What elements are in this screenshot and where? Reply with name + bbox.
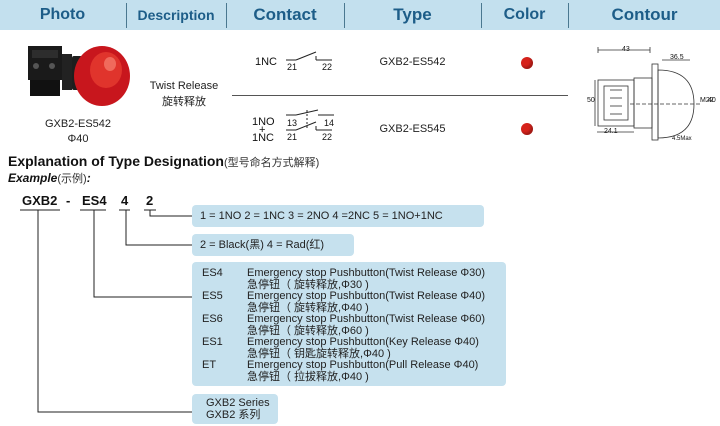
color-code-box: 2 = Black(黑) 4 = Rad(红) bbox=[192, 234, 354, 256]
contact-code-box: 1 = 1NO 2 = 1NC 3 = 2NO 4 =2NC 5 = 1NO+1… bbox=[192, 205, 484, 227]
function-option-code: ET bbox=[202, 359, 217, 371]
dim-36-5: 36.5 bbox=[670, 54, 684, 61]
function-option-code: ES6 bbox=[202, 313, 223, 325]
leader-lines bbox=[37, 210, 192, 413]
terminal-14: 14 bbox=[324, 118, 335, 128]
function-option-code: ES1 bbox=[202, 336, 223, 348]
terminal-22: 22 bbox=[322, 62, 333, 72]
photo-caption-model: GXB2-ES542 bbox=[44, 118, 112, 130]
table-header: Photo Description Contact Type Color Con… bbox=[0, 0, 720, 30]
row-divider bbox=[232, 95, 568, 96]
header-color: Color bbox=[503, 6, 546, 23]
color-red-swatch bbox=[521, 57, 533, 69]
function-code-box: ES4 Emergency stop Pushbutton(Twist Rele… bbox=[192, 262, 506, 386]
designation-function: ES4 bbox=[82, 193, 107, 208]
contour-drawing bbox=[594, 47, 700, 141]
dim-max: 4.5Max bbox=[672, 136, 692, 142]
header-contour: Contour bbox=[611, 5, 678, 24]
function-option-cn: 急停钮（ 拉拔释放,Φ40 ) bbox=[247, 371, 369, 383]
function-option-en: Emergency stop Pushbutton(Key Release Φ4… bbox=[247, 336, 479, 348]
dim-40: 40 bbox=[708, 97, 716, 104]
header-description: Description bbox=[137, 7, 215, 23]
example-cn: (示例) bbox=[57, 173, 87, 185]
terminal-21: 21 bbox=[287, 132, 298, 142]
explanation-title-en: Explanation of Type Designation bbox=[8, 153, 224, 169]
type-es545: GXB2-ES545 bbox=[379, 123, 446, 135]
description-en: Twist Release bbox=[149, 80, 219, 92]
designation-color: 4 bbox=[121, 193, 129, 208]
function-option-en: Emergency stop Pushbutton(Twist Release … bbox=[247, 290, 486, 302]
terminal-22: 22 bbox=[322, 132, 333, 142]
function-option-code: ES4 bbox=[202, 267, 223, 279]
photo-caption-size: Φ40 bbox=[67, 133, 89, 145]
contact-label-1nc: 1NC bbox=[252, 132, 275, 144]
function-option-en: Emergency stop Pushbutton(Twist Release … bbox=[247, 267, 486, 279]
series-box-en: GXB2 Series bbox=[206, 397, 270, 409]
terminal-13: 13 bbox=[287, 118, 298, 128]
color-red-swatch bbox=[521, 123, 533, 135]
terminal-21: 21 bbox=[287, 62, 298, 72]
function-option-en: Emergency stop Pushbutton(Pull Release Φ… bbox=[247, 359, 479, 371]
header-photo: Photo bbox=[39, 6, 86, 23]
example-label: Example(示例): bbox=[8, 170, 91, 186]
example-colon: : bbox=[86, 171, 91, 185]
type-es542: GXB2-ES542 bbox=[379, 56, 446, 68]
dim-24-1: 24.1 bbox=[604, 128, 618, 135]
explanation-title-cn: (型号命名方式解释) bbox=[223, 157, 320, 169]
series-box: GXB2 Series GXB2 系列 bbox=[192, 394, 278, 424]
description-cn: 旋转释放 bbox=[162, 96, 206, 108]
dim-50: 50 bbox=[587, 97, 595, 104]
explanation-title: Explanation of Type Designation(型号命名方式解释… bbox=[8, 153, 319, 170]
contact-label-1nc: 1NC bbox=[255, 56, 278, 68]
header-type: Type bbox=[393, 5, 432, 24]
designation-dash: - bbox=[66, 193, 71, 208]
example-en: Example bbox=[8, 171, 58, 185]
dim-43: 43 bbox=[622, 46, 630, 53]
function-option-code: ES5 bbox=[202, 290, 223, 302]
function-option-en: Emergency stop Pushbutton(Twist Release … bbox=[247, 313, 486, 325]
designation-contact: 2 bbox=[146, 193, 154, 208]
series-box-cn: GXB2 系列 bbox=[206, 409, 261, 421]
header-contact: Contact bbox=[253, 5, 317, 24]
contact-symbol-row1 bbox=[286, 51, 332, 61]
emergency-stop-button-photo bbox=[28, 46, 130, 106]
designation-series: GXB2 bbox=[22, 193, 58, 208]
